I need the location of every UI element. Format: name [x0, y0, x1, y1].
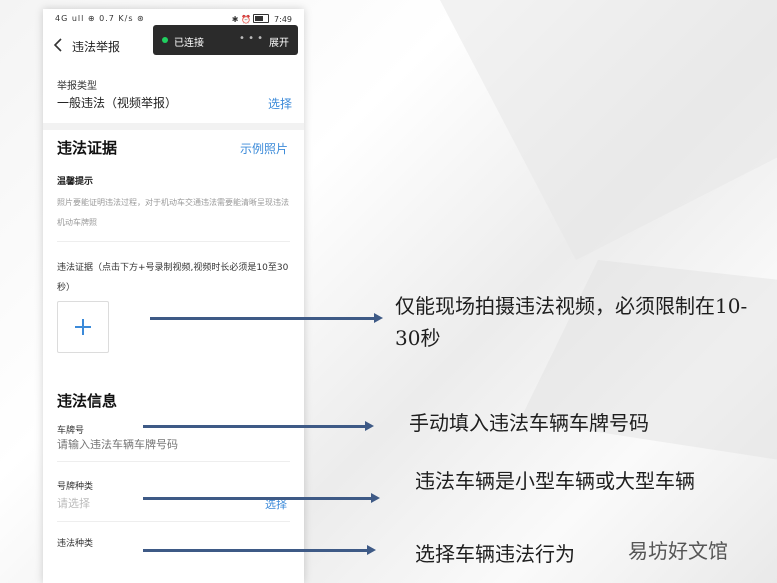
background-facet — [440, 0, 777, 260]
watermark: 易坊好文馆 — [628, 539, 728, 563]
connection-status: 已连接 — [174, 38, 204, 49]
divider — [57, 241, 290, 242]
more-dots-icon: • • • — [239, 33, 264, 44]
divider — [57, 461, 290, 462]
arrow-head-icon — [367, 545, 376, 555]
plate-label: 车牌号 — [57, 426, 85, 436]
annotation-vehicle-size: 违法车辆是小型车辆或大型车辆 — [415, 469, 695, 493]
add-video-button[interactable] — [57, 301, 109, 353]
annotation-arrow-line — [143, 425, 367, 428]
status-right: ✱ ⏰ 7:49 — [232, 14, 292, 24]
page-title: 违法举报 — [72, 40, 121, 54]
plate-type-label: 号牌种类 — [57, 482, 94, 492]
status-icons: ✱ ⏰ — [231, 15, 251, 24]
report-type-select-button[interactable]: 选择 — [268, 95, 292, 112]
sample-photo-link[interactable]: 示例照片 — [240, 140, 288, 157]
tip-title: 温馨提示 — [57, 177, 94, 187]
evidence-instruction: 违法证据（点击下方+号录制视频,视频时长必须是10至30秒） — [57, 263, 289, 293]
plate-type-value[interactable]: 请选择 — [57, 495, 90, 511]
status-left: 4G ull ⊕ 0.7 K/s ⊛ — [55, 14, 145, 23]
report-type-label: 举报类型 — [57, 81, 97, 92]
expand-button[interactable]: 展开 — [269, 34, 289, 49]
battery-icon — [253, 14, 270, 23]
back-arrow-icon[interactable] — [53, 38, 63, 52]
annotation-arrow-line — [150, 317, 376, 320]
annotation-video-limit: 仅能现场拍摄违法视频，必须限制在10-30秒 — [395, 294, 748, 350]
section-divider — [43, 123, 304, 130]
violation-type-label: 违法种类 — [57, 539, 94, 549]
arrow-head-icon — [374, 313, 383, 323]
plus-icon — [82, 319, 84, 335]
evidence-title: 违法证据 — [57, 139, 118, 157]
arrow-head-icon — [365, 421, 374, 431]
annotation-arrow-line — [143, 497, 373, 500]
plate-input[interactable] — [57, 439, 287, 451]
annotation-plate-entry: 手动填入违法车辆车牌号码 — [409, 411, 649, 435]
violation-info-title: 违法信息 — [57, 392, 118, 410]
report-type-value: 一般违法（视频举报） — [57, 96, 178, 110]
status-time: 7:49 — [274, 15, 292, 24]
connected-dot-icon — [162, 37, 168, 43]
tip-text: 照片要能证明违法过程，对于机动车交通违法需要能清晰呈现违法机动车牌照 — [57, 198, 289, 227]
annotation-violation-type: 选择车辆违法行为 — [415, 542, 575, 566]
report-type-row[interactable]: 举报类型 一般违法（视频举报） 选择 — [57, 77, 292, 123]
arrow-head-icon — [371, 493, 380, 503]
divider — [57, 521, 290, 522]
annotation-arrow-line — [143, 549, 369, 552]
connection-toast[interactable]: 已连接 • • • 展开 — [153, 25, 298, 55]
